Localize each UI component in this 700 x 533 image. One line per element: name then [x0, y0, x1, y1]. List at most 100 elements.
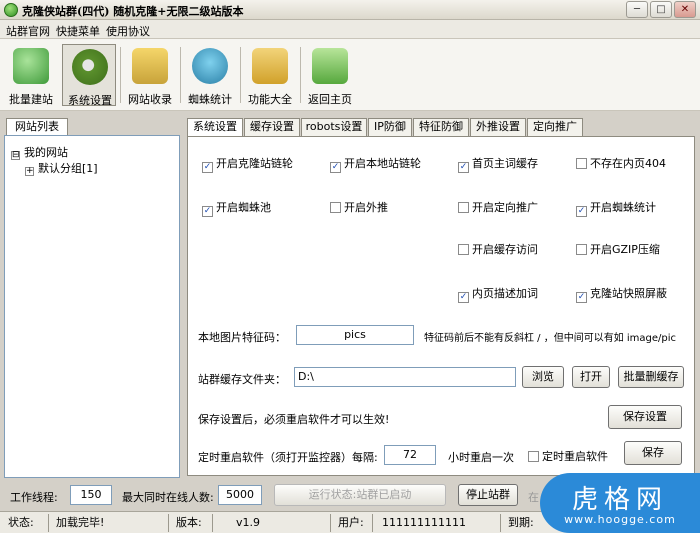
checkbox-scheduled-restart[interactable]: 定时重启软件	[528, 448, 608, 464]
checkbox-home-keyword-cache[interactable]: ✓ 首页主词缓存	[458, 155, 538, 173]
checked-box-icon[interactable]: ✓	[202, 162, 213, 173]
browse-button[interactable]: 浏览	[522, 366, 564, 388]
menu-site-official[interactable]: 站群官网	[6, 23, 50, 39]
toolbar-separator	[180, 47, 181, 103]
extra-label: 在	[528, 491, 539, 504]
toolbar-separator	[240, 47, 241, 103]
open-folder-button[interactable]: 打开	[572, 366, 610, 388]
app-logo-icon	[4, 3, 18, 17]
site-index-button[interactable]: 网站收录	[123, 44, 177, 106]
checkbox-clone-link-wheel[interactable]: ✓ 开启克隆站链轮	[202, 155, 293, 173]
unchecked-box-icon[interactable]	[458, 244, 469, 255]
save-settings-button[interactable]: 保存设置	[608, 405, 682, 429]
status-label: 状态:	[8, 516, 34, 529]
checkbox-cache-access[interactable]: 开启缓存访问	[458, 241, 538, 257]
checkbox-spider-pool[interactable]: ✓ 开启蜘蛛池	[202, 199, 271, 217]
status-divider	[48, 514, 49, 532]
status-divider	[212, 514, 213, 532]
tab-targeted-promotion[interactable]: 定向推广	[527, 118, 583, 136]
checked-box-icon[interactable]: ✓	[202, 206, 213, 217]
tab-ip-defense[interactable]: IP防御	[368, 118, 412, 136]
close-button[interactable]: ✕	[674, 1, 696, 18]
version-label: 版本:	[176, 516, 202, 529]
expire-label: 到期:	[508, 516, 534, 529]
tab-robots-settings[interactable]: robots设置	[301, 118, 367, 136]
unchecked-box-icon[interactable]	[330, 202, 341, 213]
checked-box-icon[interactable]: ✓	[330, 162, 341, 173]
checkbox-local-link-wheel[interactable]: ✓ 开启本地站链轮	[330, 155, 421, 173]
menu-bar: 站群官网 快捷菜单 使用协议	[0, 20, 700, 39]
max-online-label: 最大同时在线人数:	[122, 491, 214, 504]
site-tree: ⊟ 我的网站 + 默认分组[1]	[4, 135, 180, 478]
tab-site-list[interactable]: 网站列表	[6, 118, 68, 136]
checkbox-external-push[interactable]: 开启外推	[330, 199, 388, 215]
unchecked-box-icon[interactable]	[458, 202, 469, 213]
checked-box-icon[interactable]: ✓	[576, 206, 587, 217]
batch-site-icon	[13, 48, 49, 84]
menu-agreement[interactable]: 使用协议	[106, 23, 150, 39]
cache-folder-input[interactable]: D:\	[294, 367, 516, 387]
system-settings-button[interactable]: 系统设置	[62, 44, 116, 107]
tree-root-my-sites[interactable]: ⊟ 我的网站	[11, 144, 68, 160]
checked-box-icon[interactable]: ✓	[458, 292, 469, 303]
stop-sites-button[interactable]: 停止站群	[458, 484, 518, 506]
save-notice: 保存设置后，必须重启软件才可以生效!	[198, 413, 390, 426]
watermark-url: www.hoogge.com	[564, 513, 676, 526]
watermark-text: 虎格网	[571, 485, 668, 515]
expand-icon[interactable]: +	[25, 167, 34, 176]
status-value: 加载完毕!	[56, 516, 105, 529]
checkbox-snapshot-block[interactable]: ✓ 克隆站快照屏蔽	[576, 285, 667, 303]
restart-unit-text: 小时重启一次	[448, 451, 514, 464]
checkbox-inner-desc-words[interactable]: ✓ 内页描述加词	[458, 285, 538, 303]
tab-feature-defense[interactable]: 特征防御	[413, 118, 469, 136]
restart-save-button[interactable]: 保存	[624, 441, 682, 465]
home-button[interactable]: 返回主页	[303, 44, 357, 106]
cache-folder-label: 站群缓存文件夹：	[198, 373, 286, 386]
image-code-label: 本地图片特征码：	[198, 331, 286, 344]
tab-system-settings[interactable]: 系统设置	[187, 118, 243, 137]
maximize-button[interactable]: □	[650, 1, 672, 18]
system-settings-panel: ✓ 开启克隆站链轮 ✓ 开启本地站链轮 ✓ 首页主词缓存 不存在内页404 ✓ 开启蜘蛛…	[187, 136, 695, 476]
window-title: 克隆侠站群(四代) 随机克隆+无限二级站版本	[22, 5, 244, 18]
watermark-logo: 虎格网 www.hoogge.com	[540, 473, 700, 533]
tab-push-settings[interactable]: 外推设置	[470, 118, 526, 136]
restart-hours-input[interactable]: 72	[384, 445, 436, 465]
version-value: v1.9	[236, 516, 261, 529]
restart-interval-label: 每隔:	[352, 451, 378, 464]
unchecked-box-icon[interactable]	[528, 451, 539, 462]
image-code-hint: 特征码前后不能有反斜杠 / ，但中间可以有如 image/pic	[424, 333, 677, 344]
gear-icon	[72, 49, 108, 85]
batch-build-button[interactable]: 批量建站	[4, 44, 58, 106]
image-code-input[interactable]: pics	[296, 325, 414, 345]
menu-quick[interactable]: 快捷菜单	[56, 23, 100, 39]
status-divider	[372, 514, 373, 532]
spider-icon	[192, 48, 228, 84]
folder-icon	[132, 48, 168, 84]
status-divider	[330, 514, 331, 532]
checkbox-missing-page-404[interactable]: 不存在内页404	[576, 155, 666, 171]
unchecked-box-icon[interactable]	[576, 244, 587, 255]
features-button[interactable]: 功能大全	[243, 44, 297, 106]
title-bar: 克隆侠站群(四代) 随机克隆+无限二级站版本 ─ □ ✕	[0, 0, 700, 20]
batch-delete-cache-button[interactable]: 批量删缓存	[618, 366, 684, 388]
unchecked-box-icon[interactable]	[576, 158, 587, 169]
collapse-icon[interactable]: ⊟	[11, 151, 20, 160]
restart-label: 定时重启软件（须打开监控器）	[198, 451, 352, 464]
minimize-button[interactable]: ─	[626, 1, 648, 18]
checkbox-gzip[interactable]: 开启GZIP压缩	[576, 241, 660, 257]
toolbar-separator	[120, 47, 121, 103]
toolbox-icon	[252, 48, 288, 84]
spider-stats-button[interactable]: 蜘蛛统计	[183, 44, 237, 106]
user-label: 用户:	[338, 516, 364, 529]
checked-box-icon[interactable]: ✓	[576, 292, 587, 303]
threads-input[interactable]: 150	[70, 485, 112, 505]
checkbox-targeted-promotion[interactable]: 开启定向推广	[458, 199, 538, 215]
toolbar-separator	[300, 47, 301, 103]
checked-box-icon[interactable]: ✓	[458, 162, 469, 173]
run-status-display: 运行状态:站群已启动	[274, 484, 446, 506]
checkbox-spider-stats[interactable]: ✓ 开启蜘蛛统计	[576, 199, 656, 217]
user-value: 111111111111	[382, 516, 466, 529]
max-online-input[interactable]: 5000	[218, 485, 262, 505]
tree-item-default-group[interactable]: + 默认分组[1]	[25, 160, 98, 176]
tab-cache-settings[interactable]: 缓存设置	[244, 118, 300, 136]
